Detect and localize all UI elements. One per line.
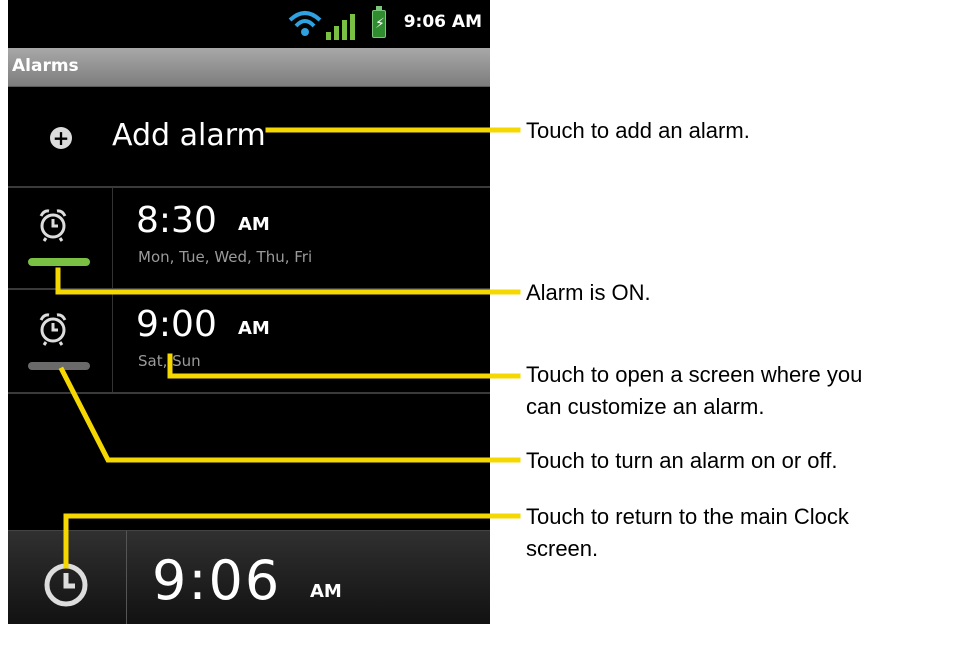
clock-button[interactable] <box>8 531 127 624</box>
add-alarm-label: Add alarm <box>112 118 266 153</box>
alarm-clock-icon <box>39 209 67 242</box>
signal-icon <box>326 14 355 40</box>
clock-icon <box>44 563 88 607</box>
status-time: 9:06 AM <box>403 12 482 32</box>
alarm-item-1[interactable]: 8:30 AM Mon, Tue, Wed, Thu, Fri <box>8 188 490 290</box>
add-icon: + <box>50 127 72 149</box>
lightning-bolt-icon: ⚡ <box>375 16 385 32</box>
digital-clock-time: 9:06 <box>152 549 282 612</box>
alarm-item-2[interactable]: 9:00 AM Sat, Sun <box>8 292 490 394</box>
status-bar: ⚡ 9:06 AM <box>8 0 490 48</box>
annotation-return-1: Touch to return to the main Clock <box>526 504 849 529</box>
alarm-time: 9:00 <box>136 304 217 345</box>
annotation-add: Touch to add an alarm. <box>526 118 750 143</box>
alarm-ampm: AM <box>238 318 270 339</box>
annotation-toggle: Touch to turn an alarm on or off. <box>526 448 838 473</box>
annotation-return-2: screen. <box>526 536 599 561</box>
alarm-time: 8:30 <box>136 200 217 241</box>
annotation-customize-1: Touch to open a screen where you <box>526 362 863 387</box>
alarm-ampm: AM <box>238 214 270 235</box>
wifi-icon <box>288 11 322 36</box>
digital-clock-ampm: AM <box>310 581 342 602</box>
add-alarm-button[interactable]: + Add alarm <box>8 88 490 188</box>
annotation-customize-2: can customize an alarm. <box>526 394 765 419</box>
alarm-toggle-2[interactable] <box>8 292 113 392</box>
alarm-days: Mon, Tue, Wed, Thu, Fri <box>138 248 313 266</box>
alarm-on-indicator <box>28 258 90 266</box>
phone-screen: ⚡ 9:06 AM Alarms + Add alarm 8:30 AM Mon… <box>8 0 490 624</box>
page-title: Alarms <box>12 56 79 76</box>
annotation-alarm-on: Alarm is ON. <box>526 280 651 305</box>
alarm-toggle-1[interactable] <box>8 188 113 288</box>
bottom-clock-bar: 9:06 AM <box>8 530 490 624</box>
battery-charging-icon: ⚡ <box>372 6 386 38</box>
alarm-days: Sat, Sun <box>138 352 201 370</box>
title-bar: Alarms <box>8 48 490 87</box>
alarm-clock-icon <box>39 313 67 346</box>
alarm-off-indicator <box>28 362 90 370</box>
